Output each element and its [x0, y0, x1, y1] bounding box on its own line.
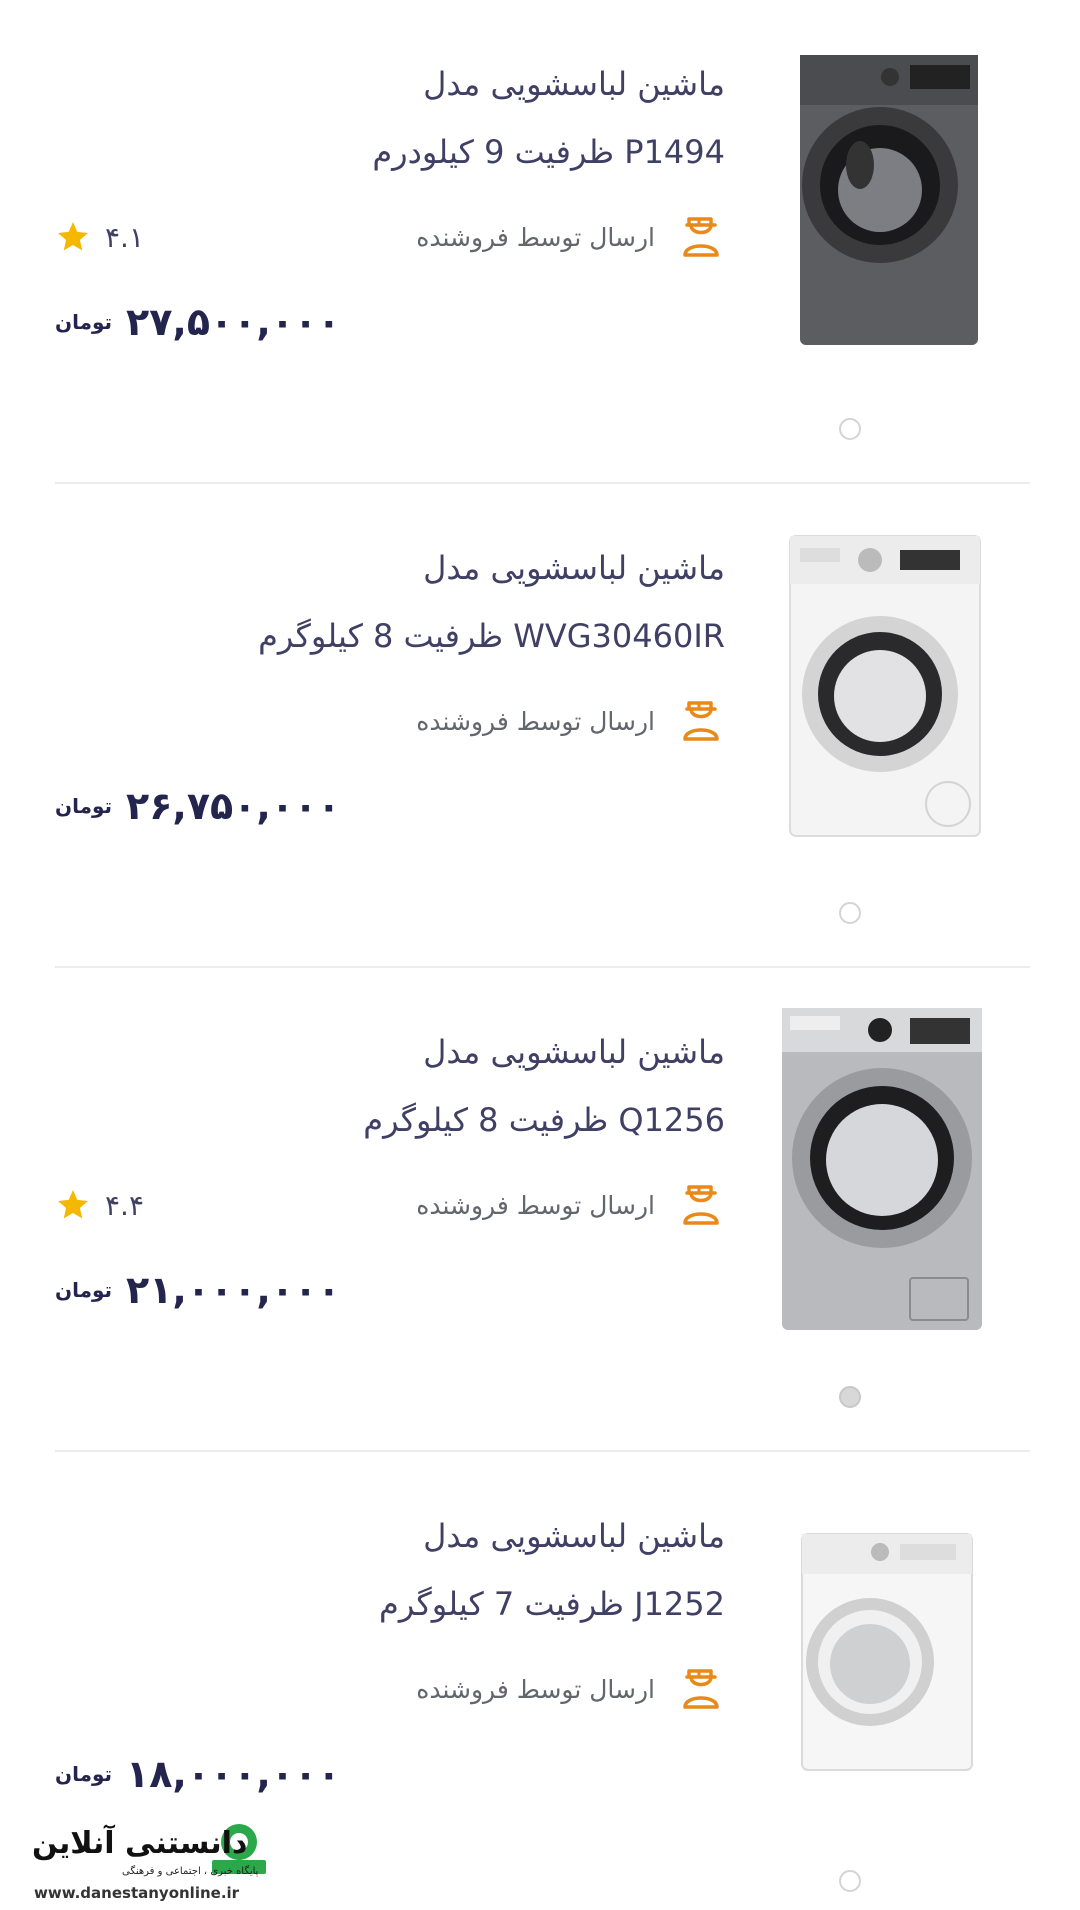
watermark-logo: دانستنی آنلاین پایگاه خبری ، اجتماعی و ف…	[12, 1820, 282, 1910]
currency-label: تومان	[55, 794, 113, 818]
price-value: ۲۶,۷۵۰,۰۰۰	[126, 784, 341, 828]
price: تومان ۲۷,۵۰۰,۰۰۰	[55, 300, 340, 344]
product-image-carousel[interactable]	[730, 968, 990, 1408]
seller-delivery-icon	[683, 1669, 719, 1709]
rating: ۴.۴	[55, 1181, 144, 1229]
washing-machine-white-icon	[789, 535, 981, 837]
seller-delivery-icon	[683, 217, 719, 257]
product-title[interactable]: ماشین لباسشویی مدل P1494 ظرفیت 9 کیلودرم	[165, 50, 725, 186]
watermark-subtitle: پایگاه خبری ، اجتماعی و فرهنگی	[122, 1866, 259, 1877]
currency-label: تومان	[55, 1278, 113, 1302]
product-card[interactable]: ماشین لباسشویی مدل WVG30460IR ظرفیت 8 کی…	[55, 484, 1030, 968]
product-image-carousel[interactable]	[730, 0, 990, 440]
product-image-carousel[interactable]	[730, 1452, 990, 1892]
carousel-dot[interactable]	[839, 1870, 861, 1892]
price-value: ۲۷,۵۰۰,۰۰۰	[126, 300, 341, 344]
rating-value: ۴.۴	[105, 1188, 144, 1222]
product-title-line2: P1494 ظرفیت 9 کیلودرم	[372, 133, 725, 171]
shipping-info: ارسال توسط فروشنده	[416, 1178, 725, 1232]
shipping-label: ارسال توسط فروشنده	[416, 706, 655, 736]
product-title-line2: Q1256 ظرفیت 8 کیلوگرم	[363, 1101, 725, 1139]
currency-label: تومان	[55, 310, 113, 334]
price-value: ۱۸,۰۰۰,۰۰۰	[126, 1752, 341, 1796]
price: تومان ۲۶,۷۵۰,۰۰۰	[55, 784, 340, 828]
rating-value: ۴.۱	[105, 220, 144, 254]
washing-machine-white-icon	[801, 1533, 973, 1771]
currency-label: تومان	[55, 1762, 113, 1786]
star-icon	[58, 1190, 88, 1219]
product-title-line1: ماشین لباسشویی مدل	[423, 1033, 725, 1071]
carousel-dot[interactable]	[839, 902, 861, 924]
shipping-info: ارسال توسط فروشنده	[416, 1662, 725, 1716]
product-image-carousel[interactable]	[730, 484, 990, 924]
product-title[interactable]: ماشین لباسشویی مدل Q1256 ظرفیت 8 کیلوگرم	[165, 1018, 725, 1154]
product-card[interactable]: ماشین لباسشویی مدل Q1256 ظرفیت 8 کیلوگرم…	[55, 968, 1030, 1452]
product-title-line1: ماشین لباسشویی مدل	[423, 1517, 725, 1555]
shipping-label: ارسال توسط فروشنده	[416, 1190, 655, 1220]
product-title[interactable]: ماشین لباسشویی مدل J1252 ظرفیت 7 کیلوگرم	[165, 1502, 725, 1638]
shipping-info: ارسال توسط فروشنده	[416, 694, 725, 748]
price: تومان ۱۸,۰۰۰,۰۰۰	[55, 1752, 340, 1796]
watermark-site: www.danestanyonline.ir	[34, 1884, 240, 1902]
seller-delivery-icon	[683, 701, 719, 741]
star-icon	[58, 222, 88, 251]
washing-machine-silver-icon	[782, 1008, 982, 1330]
product-title-line2: WVG30460IR ظرفیت 8 کیلوگرم	[258, 617, 725, 655]
washing-machine-dark-icon	[800, 55, 978, 345]
shipping-label: ارسال توسط فروشنده	[416, 1674, 655, 1704]
shipping-label: ارسال توسط فروشنده	[416, 222, 655, 252]
product-title-line1: ماشین لباسشویی مدل	[423, 65, 725, 103]
carousel-dot[interactable]	[839, 418, 861, 440]
carousel-dot-active[interactable]	[839, 1386, 861, 1408]
price-value: ۲۱,۰۰۰,۰۰۰	[126, 1268, 341, 1312]
product-title-line1: ماشین لباسشویی مدل	[423, 549, 725, 587]
product-title[interactable]: ماشین لباسشویی مدل WVG30460IR ظرفیت 8 کی…	[165, 534, 725, 670]
watermark-name: دانستنی آنلاین	[32, 1826, 248, 1861]
product-card[interactable]: ماشین لباسشویی مدل P1494 ظرفیت 9 کیلودرم…	[55, 0, 1030, 484]
seller-delivery-icon	[683, 1185, 719, 1225]
rating: ۴.۱	[55, 213, 144, 261]
product-title-line2: J1252 ظرفیت 7 کیلوگرم	[379, 1585, 725, 1623]
shipping-info: ارسال توسط فروشنده	[416, 210, 725, 264]
price: تومان ۲۱,۰۰۰,۰۰۰	[55, 1268, 340, 1312]
